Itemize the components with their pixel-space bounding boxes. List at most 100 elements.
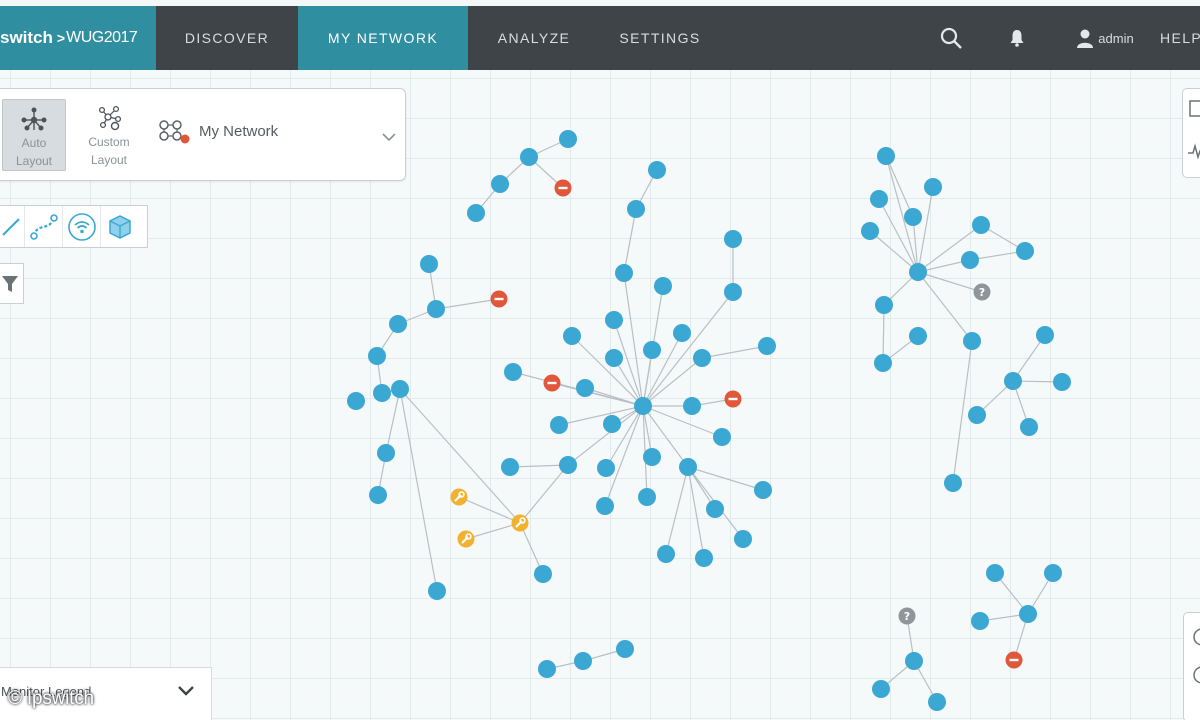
device-node-up[interactable] bbox=[724, 230, 742, 248]
device-node-up[interactable] bbox=[574, 652, 592, 670]
device-node-up[interactable] bbox=[643, 341, 661, 359]
network-selector[interactable]: My Network bbox=[155, 117, 278, 145]
device-node-up[interactable] bbox=[638, 488, 656, 506]
device-node-up[interactable] bbox=[874, 354, 892, 372]
device-node-up[interactable] bbox=[713, 428, 731, 446]
device-node-up[interactable] bbox=[347, 392, 365, 410]
device-node-up[interactable] bbox=[616, 640, 634, 658]
device-node-unknown[interactable]: ? bbox=[973, 283, 991, 301]
device-node-maintenance[interactable] bbox=[511, 514, 529, 532]
device-node-up[interactable] bbox=[1044, 564, 1062, 582]
device-node-up[interactable] bbox=[905, 652, 923, 670]
device-node-up[interactable] bbox=[1053, 373, 1071, 391]
device-node-up[interactable] bbox=[427, 300, 445, 318]
device-node-up[interactable] bbox=[627, 200, 645, 218]
device-node-up[interactable] bbox=[961, 251, 979, 269]
device-node-up[interactable] bbox=[734, 530, 752, 548]
device-node-up[interactable] bbox=[643, 448, 661, 466]
legend-toggle[interactable] bbox=[177, 684, 195, 702]
device-node-up[interactable] bbox=[706, 500, 724, 518]
device-node-up[interactable] bbox=[389, 315, 407, 333]
device-node-up[interactable] bbox=[534, 565, 552, 583]
virtual-button[interactable] bbox=[101, 206, 139, 247]
device-node-up[interactable] bbox=[1019, 605, 1037, 623]
zoom-in-icon[interactable] bbox=[1192, 627, 1200, 647]
device-node-up[interactable] bbox=[673, 324, 691, 342]
device-node-up[interactable] bbox=[695, 549, 713, 567]
device-node-up[interactable] bbox=[501, 458, 519, 476]
device-node-up[interactable] bbox=[928, 693, 946, 711]
right-tool-panel[interactable] bbox=[1182, 88, 1200, 178]
device-node-up[interactable] bbox=[648, 161, 666, 179]
device-node-up[interactable] bbox=[1016, 242, 1034, 260]
device-node-up[interactable] bbox=[654, 277, 672, 295]
filter-button[interactable] bbox=[0, 263, 24, 304]
link-tool-button[interactable] bbox=[0, 206, 25, 247]
device-node-up[interactable] bbox=[428, 582, 446, 600]
device-node-up[interactable] bbox=[693, 349, 711, 367]
network-dropdown-chevron[interactable] bbox=[381, 129, 397, 147]
device-node-up[interactable] bbox=[971, 612, 989, 630]
device-node-up[interactable] bbox=[559, 130, 577, 148]
device-node-up[interactable] bbox=[550, 416, 568, 434]
device-node-up[interactable] bbox=[875, 296, 893, 314]
device-node-up[interactable] bbox=[605, 311, 623, 329]
zoom-controls[interactable] bbox=[1183, 612, 1200, 720]
device-node-up[interactable] bbox=[504, 363, 522, 381]
device-node-up[interactable] bbox=[1036, 326, 1054, 344]
device-node-up[interactable] bbox=[576, 379, 594, 397]
device-node-down[interactable] bbox=[724, 390, 742, 408]
device-node-up[interactable] bbox=[963, 332, 981, 350]
device-node-up[interactable] bbox=[724, 283, 742, 301]
device-node-up[interactable] bbox=[563, 327, 581, 345]
device-node-up[interactable] bbox=[634, 397, 652, 415]
device-node-up[interactable] bbox=[420, 255, 438, 273]
device-node-up[interactable] bbox=[377, 444, 395, 462]
device-node-maintenance[interactable] bbox=[450, 488, 468, 506]
device-node-up[interactable] bbox=[679, 458, 697, 476]
device-node-up[interactable] bbox=[491, 175, 509, 193]
draw-connection-button[interactable] bbox=[25, 206, 63, 247]
device-node-up[interactable] bbox=[1020, 418, 1038, 436]
device-node-down[interactable] bbox=[543, 374, 561, 392]
device-node-up[interactable] bbox=[605, 349, 623, 367]
device-node-down[interactable] bbox=[554, 179, 572, 197]
device-node-up[interactable] bbox=[657, 545, 675, 563]
device-node-up[interactable] bbox=[972, 216, 990, 234]
device-node-up[interactable] bbox=[597, 459, 615, 477]
device-node-up[interactable] bbox=[538, 660, 556, 678]
device-node-up[interactable] bbox=[520, 148, 538, 166]
device-node-up[interactable] bbox=[924, 178, 942, 196]
device-node-up[interactable] bbox=[391, 380, 409, 398]
zoom-out-icon[interactable] bbox=[1192, 665, 1200, 685]
device-node-maintenance[interactable] bbox=[457, 530, 475, 548]
device-node-up[interactable] bbox=[368, 347, 386, 365]
device-node-up[interactable] bbox=[909, 263, 927, 281]
device-node-up[interactable] bbox=[870, 190, 888, 208]
device-node-up[interactable] bbox=[754, 481, 772, 499]
device-node-up[interactable] bbox=[872, 680, 890, 698]
device-node-up[interactable] bbox=[559, 456, 577, 474]
device-node-up[interactable] bbox=[944, 474, 962, 492]
device-node-up[interactable] bbox=[986, 564, 1004, 582]
device-node-up[interactable] bbox=[467, 204, 485, 222]
wireless-button[interactable] bbox=[63, 206, 101, 247]
device-node-up[interactable] bbox=[369, 486, 387, 504]
device-node-unknown[interactable]: ? bbox=[898, 607, 916, 625]
device-node-up[interactable] bbox=[758, 337, 776, 355]
device-node-up[interactable] bbox=[373, 384, 391, 402]
device-node-up[interactable] bbox=[683, 397, 701, 415]
device-node-up[interactable] bbox=[861, 222, 879, 240]
device-node-up[interactable] bbox=[877, 147, 895, 165]
device-node-up[interactable] bbox=[968, 406, 986, 424]
device-node-up[interactable] bbox=[904, 208, 922, 226]
device-node-up[interactable] bbox=[603, 415, 621, 433]
device-node-up[interactable] bbox=[909, 327, 927, 345]
auto-layout-button[interactable]: Auto Layout bbox=[2, 99, 66, 171]
device-node-up[interactable] bbox=[615, 264, 633, 282]
device-node-down[interactable] bbox=[1005, 651, 1023, 669]
device-node-up[interactable] bbox=[1004, 372, 1022, 390]
custom-layout-button[interactable]: Custom Layout bbox=[77, 99, 141, 171]
device-node-down[interactable] bbox=[490, 290, 508, 308]
device-node-up[interactable] bbox=[596, 497, 614, 515]
